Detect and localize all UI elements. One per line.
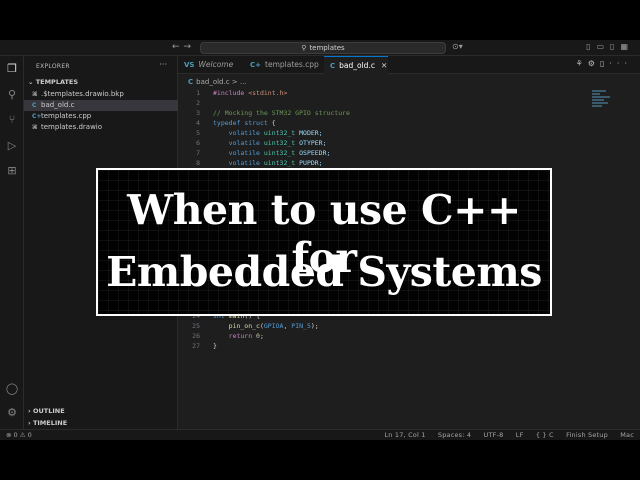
- timeline-section[interactable]: › TIMELINE: [28, 419, 67, 427]
- tab-welcome[interactable]: VS Welcome: [178, 56, 244, 74]
- run-debug-icon[interactable]: ▷: [5, 139, 19, 153]
- cpp-file-icon: C+: [250, 61, 262, 69]
- title-bar: ←→ ⚲ templates ⊙▾ ▯▭▯▦: [0, 40, 640, 56]
- tab-bad-old-c[interactable]: Cbad_old.c ✕: [324, 56, 388, 74]
- status-bar: ⊗ 0 ⚠ 0 Ln 17, Col 1 Spaces: 4 UTF-8 LF …: [0, 429, 640, 440]
- code-line: 27}: [192, 342, 217, 350]
- editor-tabs: VS Welcome C+ templates.cpp Cbad_old.c ✕ ⚘⚙…: [178, 56, 640, 74]
- file-item[interactable]: Cbad_old.c: [24, 100, 178, 111]
- activity-bar: ❐ ⚲ ⑂ ▷ ⊞ ◯ ⚙: [0, 56, 24, 434]
- code-line: 8 volatile uint32_t PUPDR;: [196, 159, 323, 167]
- code-line: 3// Mocking the STM32 GPIO structure: [196, 109, 350, 117]
- editor-actions[interactable]: ⚘⚙▯···: [576, 59, 632, 68]
- code-line: 2: [196, 99, 200, 107]
- drawio-file-icon: ⌘: [32, 91, 38, 98]
- file-item[interactable]: C+templates.cpp: [24, 111, 178, 122]
- file-label: templates.cpp: [41, 112, 92, 120]
- status-right: Ln 17, Col 1 Spaces: 4 UTF-8 LF { } C Fi…: [374, 430, 634, 440]
- problems-indicator[interactable]: ⊗ 0 ⚠ 0: [6, 430, 32, 440]
- language-mode[interactable]: { } C: [536, 431, 554, 439]
- file-label: bad_old.c: [41, 101, 75, 109]
- cpp-file-icon: C+: [32, 113, 42, 120]
- layout-controls[interactable]: ▯▭▯▦: [586, 42, 634, 51]
- tab-templates-cpp[interactable]: C+ templates.cpp: [244, 56, 324, 74]
- gear-icon[interactable]: ⚙: [5, 406, 19, 420]
- breadcrumb[interactable]: Cbad_old.c > ...: [188, 78, 247, 86]
- folder-templates[interactable]: ⌄ TEMPLATES: [28, 78, 78, 86]
- cursor-position[interactable]: Ln 17, Col 1: [384, 431, 425, 439]
- section-label: OUTLINE: [32, 407, 65, 415]
- account-icon[interactable]: ◯: [5, 382, 19, 396]
- command-center-search[interactable]: ⚲ templates: [200, 42, 446, 54]
- finish-setup[interactable]: Finish Setup: [566, 431, 608, 439]
- breadcrumb-rest: > ...: [231, 78, 247, 86]
- c-file-icon: C: [188, 78, 194, 86]
- file-item[interactable]: ⌘ .$templates.drawio.bkp: [24, 89, 178, 100]
- copilot-icon[interactable]: ⊙▾: [452, 42, 463, 51]
- folder-label: TEMPLATES: [35, 78, 79, 86]
- c-file-icon: C: [330, 62, 336, 70]
- search-icon[interactable]: ⚲: [5, 88, 19, 102]
- file-label: .$templates.drawio.bkp: [41, 90, 124, 98]
- explorer-icon[interactable]: ❐: [5, 62, 19, 76]
- tab-label: Welcome: [198, 60, 234, 69]
- outline-section[interactable]: › OUTLINE: [28, 407, 65, 415]
- platform[interactable]: Mac: [620, 431, 634, 439]
- file-label: templates.drawio: [41, 123, 103, 131]
- minimap[interactable]: [592, 90, 614, 114]
- code-line: 6 volatile uint32_t OTYPER;: [196, 139, 327, 147]
- breadcrumb-file: bad_old.c: [196, 78, 230, 86]
- indentation[interactable]: Spaces: 4: [438, 431, 471, 439]
- code-line: 26 return 0;: [192, 332, 264, 340]
- explorer-header: EXPLORER: [36, 63, 70, 70]
- more-actions-icon[interactable]: ···: [159, 60, 167, 69]
- file-item[interactable]: ⌘ templates.drawio: [24, 122, 178, 133]
- nav-arrows[interactable]: ←→: [172, 42, 195, 52]
- tab-label: templates.cpp: [265, 60, 319, 69]
- extensions-icon[interactable]: ⊞: [5, 164, 19, 178]
- end-of-line[interactable]: LF: [516, 431, 524, 439]
- overlay-title-line-2: Embedded Systems: [106, 248, 542, 296]
- drawio-file-icon: ⌘: [32, 124, 38, 131]
- code-line: 5 volatile uint32_t MODER;: [196, 129, 323, 137]
- search-icon: ⚲: [301, 44, 307, 52]
- encoding[interactable]: UTF-8: [484, 431, 504, 439]
- source-control-icon[interactable]: ⑂: [5, 113, 19, 127]
- section-label: TIMELINE: [32, 419, 68, 427]
- close-icon[interactable]: ✕: [381, 61, 387, 70]
- code-line: 25 pin_on_c(GPIOA, PIN_5);: [192, 322, 319, 330]
- vscode-icon: VS: [184, 61, 195, 69]
- code-line: 7 volatile uint32_t OSPEEDR;: [196, 149, 331, 157]
- c-file-icon: C: [32, 102, 37, 109]
- title-overlay: When to use C++ for Embedded Systems: [96, 168, 552, 316]
- tab-label: bad_old.c: [339, 61, 375, 70]
- code-line: 1 #include <stdint.h>: [196, 89, 288, 97]
- search-text: templates: [309, 44, 345, 52]
- code-line: 4 typedef struct {: [196, 119, 276, 127]
